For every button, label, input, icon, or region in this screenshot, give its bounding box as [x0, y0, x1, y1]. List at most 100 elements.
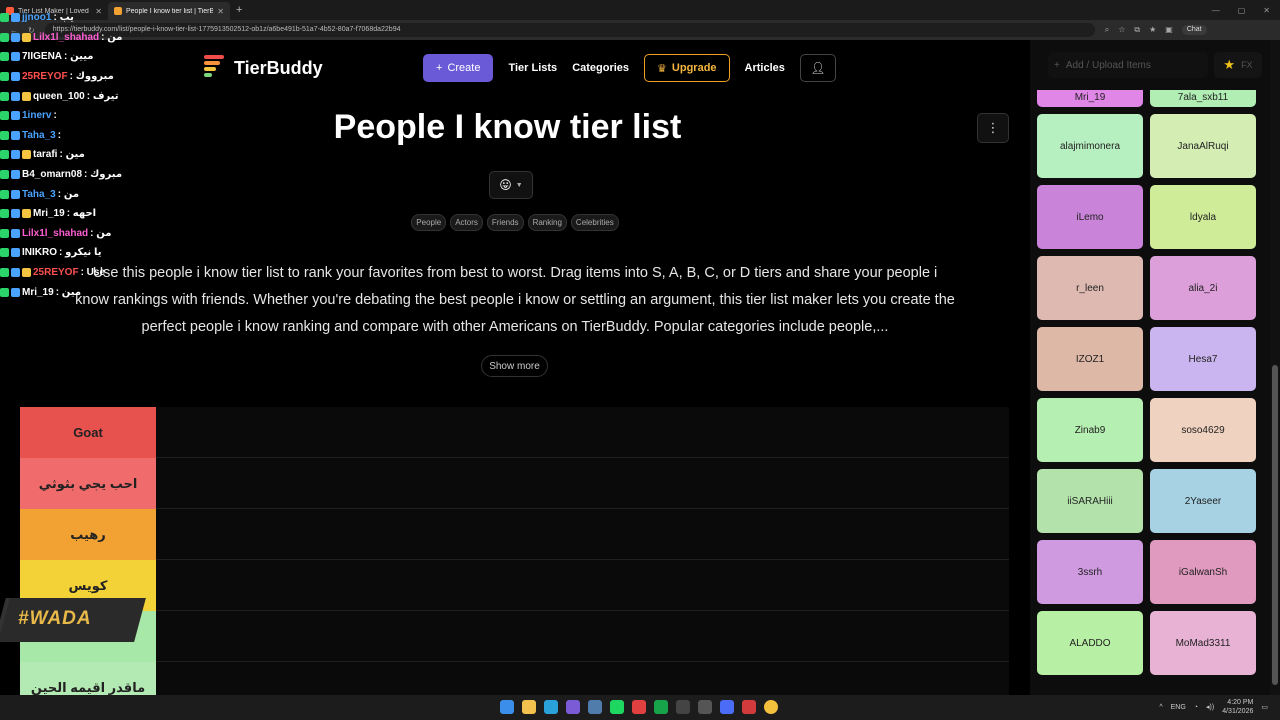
- tier-item-card[interactable]: Hesa7: [1150, 327, 1256, 391]
- nav-tier-lists[interactable]: Tier Lists: [508, 62, 557, 74]
- user-account-button[interactable]: 👤︎: [799, 54, 836, 82]
- emoji-value: 😛: [499, 178, 512, 192]
- chat-badge-icon: [22, 268, 31, 278]
- tag-people[interactable]: People: [411, 214, 447, 231]
- tier-item-card[interactable]: IZOZ1: [1037, 327, 1143, 391]
- clock[interactable]: 4:20 PM 4/31/2026: [1222, 698, 1253, 716]
- logo-text: TierBuddy: [234, 57, 323, 78]
- stream-chat-overlay: jjnoo1: يب Lilx1l_shahad: من 7IIGENA: ميين…: [0, 8, 170, 302]
- keyboard-icon[interactable]: [698, 700, 712, 714]
- url-input[interactable]: https://tierbuddy.com/list/people-i-know…: [44, 23, 1095, 37]
- tier-item-card[interactable]: ALADDO: [1037, 611, 1143, 675]
- steam-icon[interactable]: [588, 700, 602, 714]
- tier-drop-zone[interactable]: [156, 560, 1009, 610]
- spotify-icon[interactable]: [610, 700, 624, 714]
- emoji-reaction-select[interactable]: 😛 ▼: [489, 171, 533, 199]
- tier-drop-zone[interactable]: [156, 509, 1009, 559]
- start-icon[interactable]: [500, 700, 514, 714]
- tray-chevron-icon[interactable]: ^: [1159, 704, 1162, 711]
- adobe-icon[interactable]: [742, 700, 756, 714]
- minimize-icon[interactable]: —: [1212, 6, 1220, 15]
- tier-label[interactable]: Goat: [20, 407, 156, 458]
- edge-icon[interactable]: [544, 700, 558, 714]
- tier-item-card[interactable]: iGalwanSh: [1150, 540, 1256, 604]
- tag-actors[interactable]: Actors: [450, 214, 483, 231]
- chat-username: queen_100: [33, 90, 85, 102]
- xbox-icon[interactable]: [654, 700, 668, 714]
- collections-icon[interactable]: ▣: [1165, 25, 1173, 35]
- obs-icon[interactable]: [632, 700, 646, 714]
- tier-label[interactable]: رهيب: [20, 509, 156, 560]
- favorites-icon[interactable]: ★: [1149, 25, 1156, 35]
- maximize-icon[interactable]: ▢: [1238, 6, 1246, 15]
- upgrade-label: Upgrade: [671, 62, 717, 74]
- nav-articles[interactable]: Articles: [745, 62, 785, 74]
- tier-item-card[interactable]: 3ssrh: [1037, 540, 1143, 604]
- upgrade-button[interactable]: ♛ Upgrade: [644, 54, 730, 82]
- site-logo[interactable]: TierBuddy: [204, 55, 323, 81]
- fx-label: FX: [1241, 60, 1253, 70]
- volume-icon[interactable]: ◂)): [1206, 703, 1214, 711]
- tier-drop-zone[interactable]: [156, 407, 1009, 457]
- close-window-icon[interactable]: ✕: [1263, 6, 1270, 15]
- app-icon[interactable]: [676, 700, 690, 714]
- chat-badge-icon: [11, 13, 20, 23]
- tier-label[interactable]: ماقدر اقيمه الحين: [20, 662, 156, 695]
- chat-message: Taha_3:: [0, 126, 170, 146]
- bluetooth-app-icon[interactable]: [720, 700, 734, 714]
- tag-celebrities[interactable]: Celebrities: [570, 214, 619, 231]
- tier-drop-zone[interactable]: [156, 662, 1009, 695]
- scrollbar-thumb[interactable]: [1272, 365, 1278, 685]
- new-tab-icon[interactable]: +: [236, 4, 242, 16]
- notifications-icon[interactable]: ▭: [1261, 703, 1268, 711]
- chat-text: : ميين: [64, 51, 94, 63]
- close-icon[interactable]: ✕: [217, 7, 224, 16]
- tier-drop-zone[interactable]: [156, 458, 1009, 508]
- language-indicator[interactable]: ENG: [1171, 704, 1186, 711]
- tag-ranking[interactable]: Ranking: [527, 214, 567, 231]
- add-upload-items-input[interactable]: + Add / Upload Items: [1048, 52, 1208, 78]
- discord-icon[interactable]: [566, 700, 580, 714]
- items-panel: Mri_19 7ala_sxb11 alajmimonera JanaAlRuqi iL…: [1030, 40, 1270, 695]
- tier-item-card[interactable]: iLemo: [1037, 185, 1143, 249]
- tier-label[interactable]: احب يجي بثوثي: [20, 458, 156, 509]
- tier-item-card[interactable]: alia_2i: [1150, 256, 1256, 320]
- wifi-icon[interactable]: ◔: [1194, 704, 1198, 711]
- chat-message: tarafi: مين: [0, 145, 170, 165]
- chat-badge-icon: [0, 209, 9, 219]
- chat-message: Lilx1l_shahad: من: [0, 224, 170, 244]
- emoji-app-icon[interactable]: [764, 700, 778, 714]
- chat-username: B4_omarn08: [22, 169, 83, 181]
- tier-row: رهيب: [20, 509, 1009, 560]
- chat-badge-icon: [0, 111, 9, 121]
- create-label: Create: [447, 62, 481, 74]
- chat-badge-icon: [11, 111, 20, 121]
- chat-badge-icon: [11, 72, 20, 82]
- tier-item-card[interactable]: alajmimonera: [1037, 114, 1143, 178]
- tag-friends[interactable]: Friends: [486, 214, 524, 231]
- tier-item-card[interactable]: Zinab9: [1037, 398, 1143, 462]
- chat-button[interactable]: Chat: [1181, 25, 1207, 35]
- bookmark-star-icon[interactable]: ☆: [1118, 25, 1125, 35]
- tier-item-card[interactable]: soso4629: [1150, 398, 1256, 462]
- tier-row: [20, 611, 1009, 662]
- chat-badge-icon: [11, 150, 20, 160]
- tier-item-card[interactable]: 2Yaseer: [1150, 469, 1256, 533]
- extensions-icon[interactable]: ⧉: [1134, 25, 1140, 35]
- crown-icon: ♛: [657, 62, 667, 75]
- tier-item-card[interactable]: r_leen: [1037, 256, 1143, 320]
- tier-item-card[interactable]: iiSARAHiii: [1037, 469, 1143, 533]
- create-button[interactable]: + Create: [423, 54, 494, 82]
- tier-item-card[interactable]: JanaAlRuqi: [1150, 114, 1256, 178]
- tier-item-card[interactable]: MoMad3311: [1150, 611, 1256, 675]
- chat-badge-icon: [0, 268, 9, 278]
- fx-button[interactable]: ★ FX: [1214, 52, 1262, 78]
- zoom-icon[interactable]: ⌕: [1105, 25, 1109, 35]
- show-more-button[interactable]: Show more: [481, 355, 548, 377]
- tier-item-card[interactable]: ldyala: [1150, 185, 1256, 249]
- nav-categories[interactable]: Categories: [572, 62, 629, 74]
- tier-drop-zone[interactable]: [156, 611, 1009, 661]
- chat-text: :: [57, 129, 62, 141]
- chat-badge-icon: [11, 209, 20, 219]
- file-explorer-icon[interactable]: [522, 700, 536, 714]
